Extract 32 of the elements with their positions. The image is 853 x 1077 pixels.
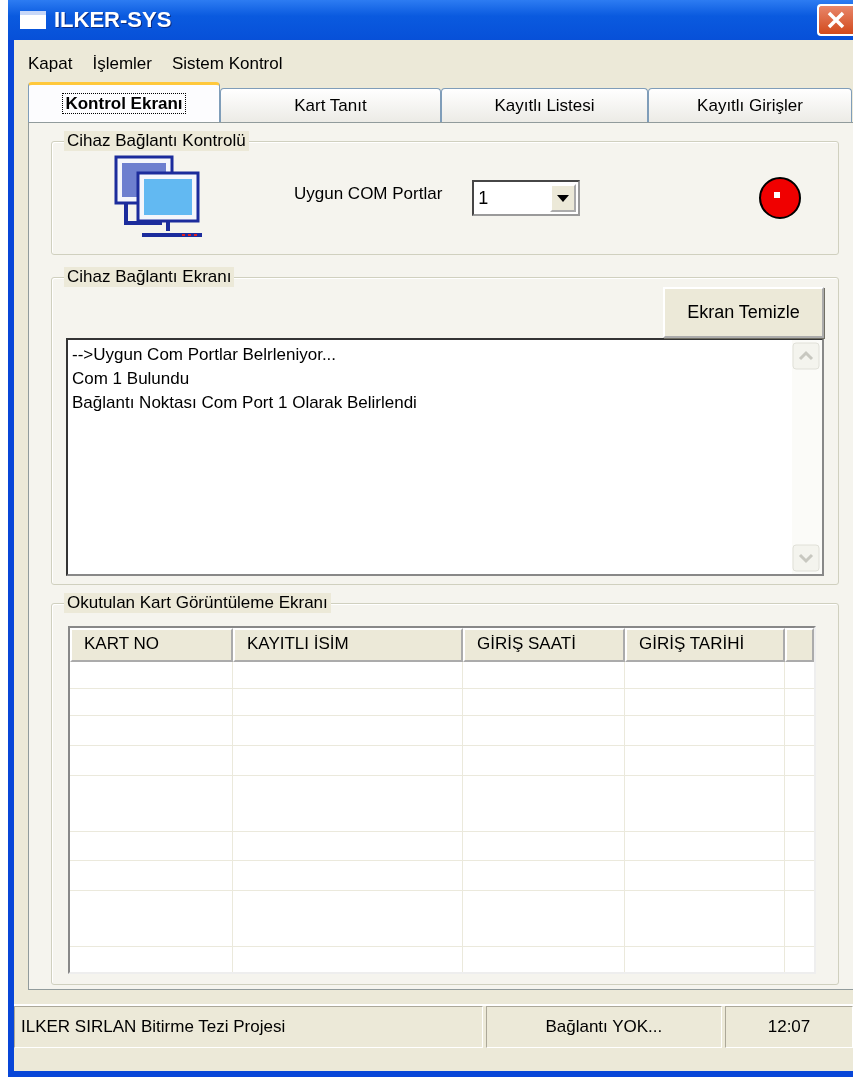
vertical-scrollbar[interactable] bbox=[792, 340, 822, 574]
group-title: Okutulan Kart Görüntüleme Ekranı bbox=[64, 593, 331, 613]
tab[interactable]: Kontrol Ekranı bbox=[28, 82, 220, 122]
caret-icon bbox=[557, 194, 570, 202]
log-text-area[interactable]: -->Uygun Com Portlar Belrleniyor... Com 1 Bulundu Bağlantı Noktası Com Port 1 Olarak Belirlendi bbox=[66, 338, 824, 576]
window-icon bbox=[20, 11, 46, 29]
column-header[interactable]: GİRİŞ TARİHİ bbox=[625, 628, 785, 662]
tab[interactable]: Kart Tanıt bbox=[220, 88, 441, 122]
menu-item[interactable]: Sistem Kontrol bbox=[163, 52, 291, 76]
status-panel: Bağlantı YOK... bbox=[485, 1006, 722, 1048]
scroll-down-icon[interactable] bbox=[792, 544, 820, 572]
log-line: Com 1 Bulundu bbox=[72, 368, 191, 390]
tab[interactable]: Kayıtlı Girişler bbox=[648, 88, 852, 122]
port-dropdown[interactable]: 1 bbox=[472, 180, 581, 216]
window-title: ILKER-SYS bbox=[54, 7, 172, 33]
column-header[interactable]: GİRİŞ SAATİ bbox=[463, 628, 625, 662]
menu-item[interactable]: Kapat bbox=[20, 52, 81, 76]
group-title: Cihaz Bağlantı Ekranı bbox=[64, 267, 235, 287]
column-header[interactable]: KART NO bbox=[70, 628, 233, 662]
log-line: -->Uygun Com Portlar Belrleniyor... bbox=[72, 344, 338, 366]
column-header[interactable]: KAYITLI İSİM bbox=[233, 628, 463, 662]
group-title: Cihaz Bağlantı Kontrolü bbox=[64, 131, 249, 151]
log-line: Bağlantı Noktası Com Port 1 Olarak Belirlendi bbox=[72, 392, 418, 414]
clear-screen-button[interactable]: Ekran Temizle bbox=[663, 287, 824, 338]
close-icon bbox=[826, 10, 846, 30]
port-label: Uygun COM Portlar bbox=[294, 184, 443, 204]
close-button[interactable] bbox=[817, 4, 853, 36]
status-panel: ILKER SIRLAN Bitirme Tezi Projesi bbox=[14, 1006, 483, 1048]
scroll-up-icon[interactable] bbox=[792, 342, 820, 370]
status-panel: 12:07 bbox=[725, 1006, 853, 1048]
tab[interactable]: Kayıtlı Listesi bbox=[441, 88, 648, 122]
menu-item[interactable]: İşlemler bbox=[84, 52, 160, 76]
